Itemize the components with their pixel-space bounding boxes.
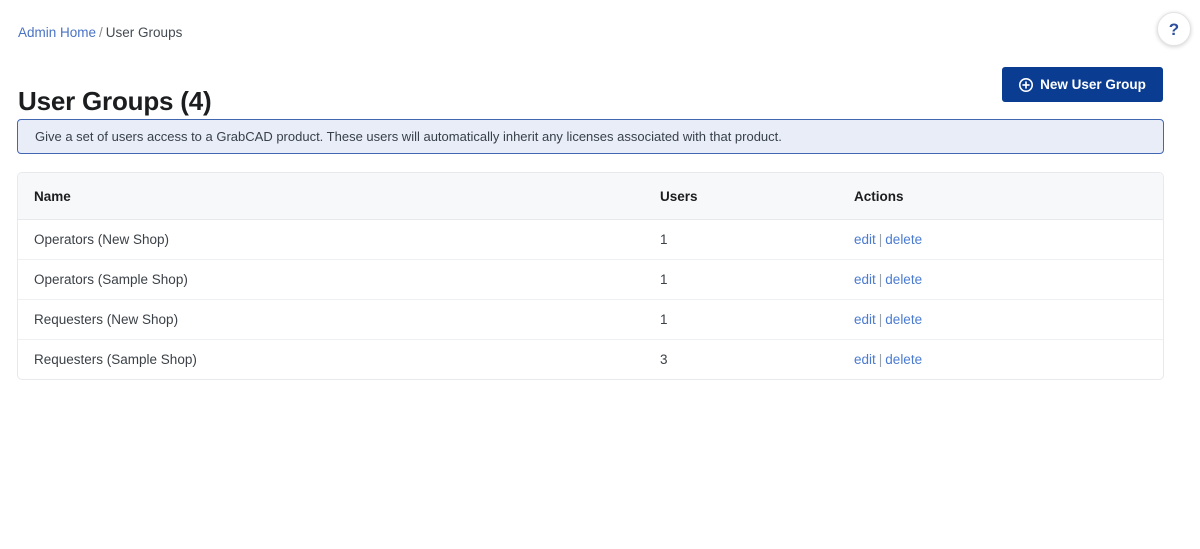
cell-user-count: 1 (660, 299, 854, 340)
cell-actions: edit | delete (854, 339, 1163, 379)
edit-link[interactable]: edit (854, 352, 876, 367)
cell-user-count: 1 (660, 259, 854, 300)
cell-actions: edit | delete (854, 299, 1163, 340)
cell-group-name: Operators (Sample Shop) (18, 259, 660, 300)
cell-group-name: Operators (New Shop) (18, 219, 660, 260)
cell-user-count: 3 (660, 351, 668, 367)
user-groups-table: Name Users Actions Operators (New Shop) 1… (17, 172, 1164, 380)
table-row: Requesters (Sample Shop) 3 edit | delete (18, 339, 1163, 379)
cell-user-count: 1 (660, 219, 854, 260)
edit-link[interactable]: edit (854, 312, 876, 327)
breadcrumb-separator: / (99, 25, 103, 40)
table-header-row: Name Users Actions (18, 173, 1163, 220)
table-row: Operators (Sample Shop) 1 edit | delete (18, 259, 1163, 300)
delete-link[interactable]: delete (885, 312, 922, 327)
table-body: Operators (New Shop) 1 edit | delete Operator… (18, 219, 1163, 379)
new-user-group-button-label: New User Group (1040, 77, 1146, 92)
page-title: User Groups (4) (18, 86, 212, 117)
actions-separator: | (878, 271, 883, 287)
cell-group-name: Requesters (Sample Shop) (34, 351, 197, 367)
breadcrumb-current-user-groups: User Groups (105, 25, 183, 40)
page-root: ? Admin Home / User Groups User Groups (4)… (0, 0, 1200, 549)
cell-group-name: Requesters (New Shop) (18, 299, 660, 340)
actions-separator: | (878, 311, 883, 327)
table-row: Operators (New Shop) 1 edit | delete (18, 219, 1163, 260)
delete-link[interactable]: delete (885, 272, 922, 287)
info-banner: Give a set of users access to a GrabCAD … (17, 119, 1164, 154)
column-header-users: Users (660, 173, 854, 220)
actions-separator: | (878, 231, 883, 247)
table-row: Requesters (New Shop) 1 edit | delete (18, 299, 1163, 340)
column-header-name: Name (18, 173, 660, 220)
edit-link[interactable]: edit (854, 232, 876, 247)
cell-actions: edit | delete (854, 259, 1163, 300)
breadcrumb-link-admin-home[interactable]: Admin Home (18, 25, 96, 40)
breadcrumb: Admin Home / User Groups (18, 25, 182, 41)
help-button[interactable]: ? (1157, 12, 1191, 46)
column-header-actions: Actions (854, 173, 1163, 220)
delete-link[interactable]: delete (885, 232, 922, 247)
edit-link[interactable]: edit (854, 272, 876, 287)
actions-separator: | (878, 351, 883, 367)
plus-circle-icon (1019, 77, 1034, 92)
info-banner-text: Give a set of users access to a GrabCAD … (35, 129, 782, 144)
delete-link[interactable]: delete (885, 352, 922, 367)
cell-actions: edit | delete (854, 219, 1163, 260)
question-mark-icon: ? (1168, 19, 1180, 39)
new-user-group-button[interactable]: New User Group (1002, 67, 1163, 102)
